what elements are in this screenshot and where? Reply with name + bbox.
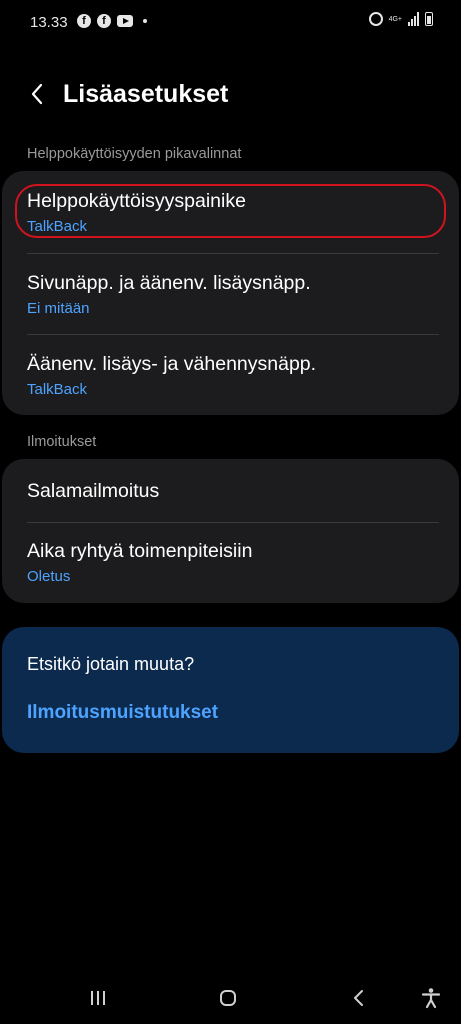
- list-item-flash-notification[interactable]: Salamailmoitus: [2, 459, 459, 522]
- system-icons: 4G+: [368, 12, 433, 26]
- list-item-accessibility-button[interactable]: Helppokäyttöisyyspainike TalkBack: [2, 171, 459, 253]
- alarm-icon: [368, 12, 383, 26]
- facebook-icon: f: [97, 14, 111, 28]
- list-item-subtitle: TalkBack: [27, 381, 88, 398]
- battery-icon: [425, 12, 433, 26]
- network-type-icon: 4G+: [388, 15, 402, 23]
- status-bar: 13.33 f f 4G+: [0, 0, 461, 44]
- list-item-subtitle: TalkBack: [27, 218, 88, 235]
- list-item-title: Äänenv. lisäys- ja vähennysnäpp.: [27, 353, 317, 375]
- back-arrow-icon[interactable]: [26, 82, 50, 106]
- page-title: Lisäasetukset: [63, 80, 229, 108]
- navigation-bar: [0, 974, 461, 1024]
- status-time: 13.33: [30, 14, 68, 31]
- home-icon[interactable]: [220, 990, 236, 1006]
- suggestion-card: Etsitkö jotain muuta? Ilmoitusmuistutuks…: [2, 627, 459, 753]
- list-item-side-volume-keys[interactable]: Sivunäpp. ja äänenv. lisäysnäpp. Ei mitä…: [2, 253, 459, 334]
- list-item-title: Sivunäpp. ja äänenv. lisäysnäpp.: [27, 272, 311, 294]
- notifications-card: Salamailmoitus Aika ryhtyä toimenpiteisi…: [2, 459, 459, 603]
- accessibility-icon[interactable]: [420, 987, 442, 1009]
- list-item-volume-keys[interactable]: Äänenv. lisäys- ja vähennysnäpp. TalkBac…: [2, 334, 459, 415]
- more-notifications-icon: [143, 19, 147, 23]
- suggestion-title: Etsitkö jotain muuta?: [27, 654, 195, 674]
- facebook-icon: f: [77, 14, 91, 28]
- shortcuts-card: Helppokäyttöisyyspainike TalkBack Sivunä…: [2, 171, 459, 415]
- section-label-shortcuts: Helppokäyttöisyyden pikavalinnat: [27, 146, 242, 162]
- list-item-title: Salamailmoitus: [27, 480, 160, 502]
- signal-icon: [408, 12, 419, 26]
- recent-apps-icon[interactable]: [91, 991, 105, 1005]
- notification-icons: f f: [77, 14, 147, 28]
- list-item-time-to-take-action[interactable]: Aika ryhtyä toimenpiteisiin Oletus: [2, 522, 459, 603]
- youtube-icon: [117, 15, 133, 27]
- header: Lisäasetukset: [0, 70, 461, 120]
- suggestion-link[interactable]: Ilmoitusmuistutukset: [27, 702, 218, 724]
- nav-back-icon[interactable]: [352, 988, 366, 1008]
- list-item-title: Aika ryhtyä toimenpiteisiin: [27, 540, 253, 562]
- list-item-title: Helppokäyttöisyyspainike: [27, 190, 246, 212]
- list-item-subtitle: Ei mitään: [27, 300, 90, 317]
- list-item-subtitle: Oletus: [27, 568, 71, 585]
- section-label-notifications: Ilmoitukset: [27, 434, 97, 450]
